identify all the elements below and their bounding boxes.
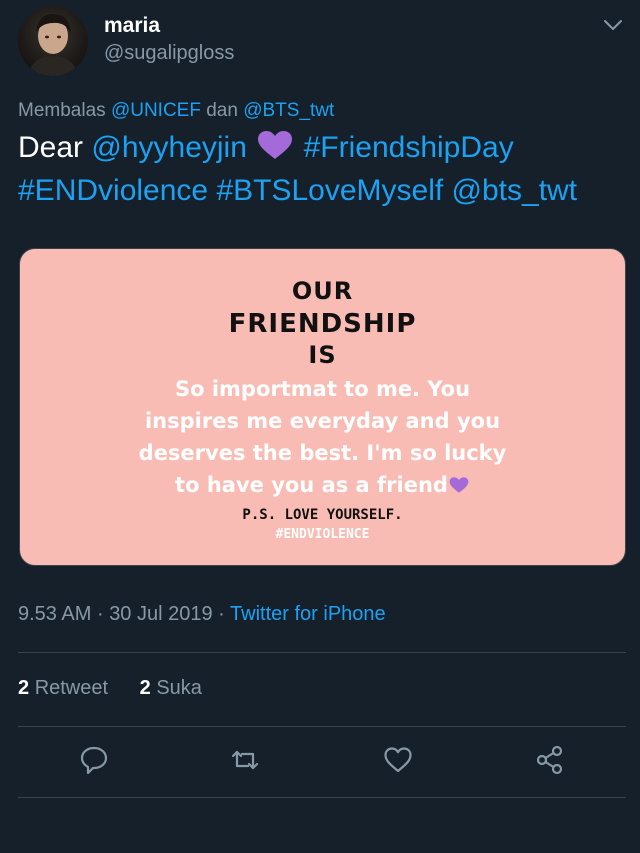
display-name[interactable]: maria bbox=[104, 14, 160, 38]
tweet-meta: 9.53 AM · 30 Jul 2019 · Twitter for iPho… bbox=[18, 603, 386, 626]
card-ps: P.S. LOVE YOURSELF. bbox=[242, 507, 403, 523]
tweet-time: 9.53 AM bbox=[18, 603, 92, 625]
purple-heart-small-icon bbox=[449, 477, 469, 493]
retweet-stat[interactable]: 2 Retweet bbox=[18, 677, 108, 699]
share-icon[interactable] bbox=[535, 744, 565, 776]
card-body-line-3: deserves the best. I'm so lucky bbox=[138, 441, 507, 465]
tweet-header: maria @sugalipgloss bbox=[0, 0, 640, 90]
retweet-count: 2 bbox=[18, 677, 30, 699]
tweet-word: Dear bbox=[18, 131, 84, 164]
hashtag-btsloveyourself[interactable]: #BTSLoveMyself bbox=[216, 174, 443, 207]
divider bbox=[18, 652, 626, 653]
user-handle[interactable]: @sugalipgloss bbox=[104, 42, 234, 65]
card-body-line-4-wrap: to have you as a friend bbox=[20, 469, 625, 501]
avatar-photo-icon bbox=[28, 14, 78, 76]
meta-separator-2: · bbox=[218, 603, 225, 625]
like-label: Suka bbox=[156, 677, 202, 699]
reply-mention-unicef[interactable]: @UNICEF bbox=[111, 100, 201, 121]
tweet-source[interactable]: Twitter for iPhone bbox=[230, 603, 386, 625]
avatar[interactable] bbox=[18, 6, 88, 76]
like-count: 2 bbox=[139, 677, 151, 699]
card-body-line-1: So importmat to me. You bbox=[174, 377, 471, 401]
tweet-detail-page: maria @sugalipgloss Membalas @UNICEF dan… bbox=[0, 0, 640, 853]
reply-joiner: dan bbox=[206, 100, 238, 121]
divider bbox=[18, 726, 626, 727]
mention-bts-twt[interactable]: @bts_twt bbox=[452, 174, 578, 207]
tweet-actions bbox=[0, 744, 640, 780]
tweet-image-card[interactable]: OUR FRIENDSHIP IS So importmat to me. Yo… bbox=[19, 248, 626, 566]
reply-context: Membalas @UNICEF dan @BTS_twt bbox=[18, 100, 334, 122]
meta-separator: · bbox=[96, 603, 104, 625]
retweet-icon[interactable] bbox=[230, 744, 260, 776]
reply-icon[interactable] bbox=[80, 744, 110, 776]
divider bbox=[18, 797, 626, 798]
tweet-text: Dear @hyyheyjin #FriendshipDay #ENDviole… bbox=[18, 126, 628, 212]
card-title-line-1: OUR bbox=[291, 277, 354, 305]
tweet-date: 30 Jul 2019 bbox=[109, 603, 213, 625]
tweet-stats: 2 Retweet 2 Suka bbox=[18, 677, 228, 700]
like-icon[interactable] bbox=[383, 744, 413, 776]
like-stat[interactable]: 2 Suka bbox=[140, 677, 202, 699]
purple-heart-icon bbox=[258, 131, 293, 159]
card-body-line-2: inspires me everyday and you bbox=[144, 409, 501, 433]
reply-prefix: Membalas bbox=[18, 100, 106, 121]
retweet-label: Retweet bbox=[34, 677, 109, 699]
reply-mention-bts[interactable]: @BTS_twt bbox=[243, 100, 334, 121]
card-title-line-3: IS bbox=[308, 341, 337, 369]
hashtag-endviolence[interactable]: #ENDviolence bbox=[18, 174, 208, 207]
card-body-line-4: to have you as a friend bbox=[175, 473, 448, 497]
card-hashtag: #ENDVIOLENCE bbox=[275, 527, 370, 542]
card-message: So importmat to me. You inspires me ever… bbox=[20, 373, 625, 501]
chevron-down-icon[interactable] bbox=[602, 14, 624, 36]
tweet-mention[interactable]: @hyyheyjin bbox=[91, 131, 247, 164]
card-title-line-2: FRIENDSHIP bbox=[228, 309, 417, 339]
hashtag-friendshipday[interactable]: #FriendshipDay bbox=[304, 131, 514, 164]
